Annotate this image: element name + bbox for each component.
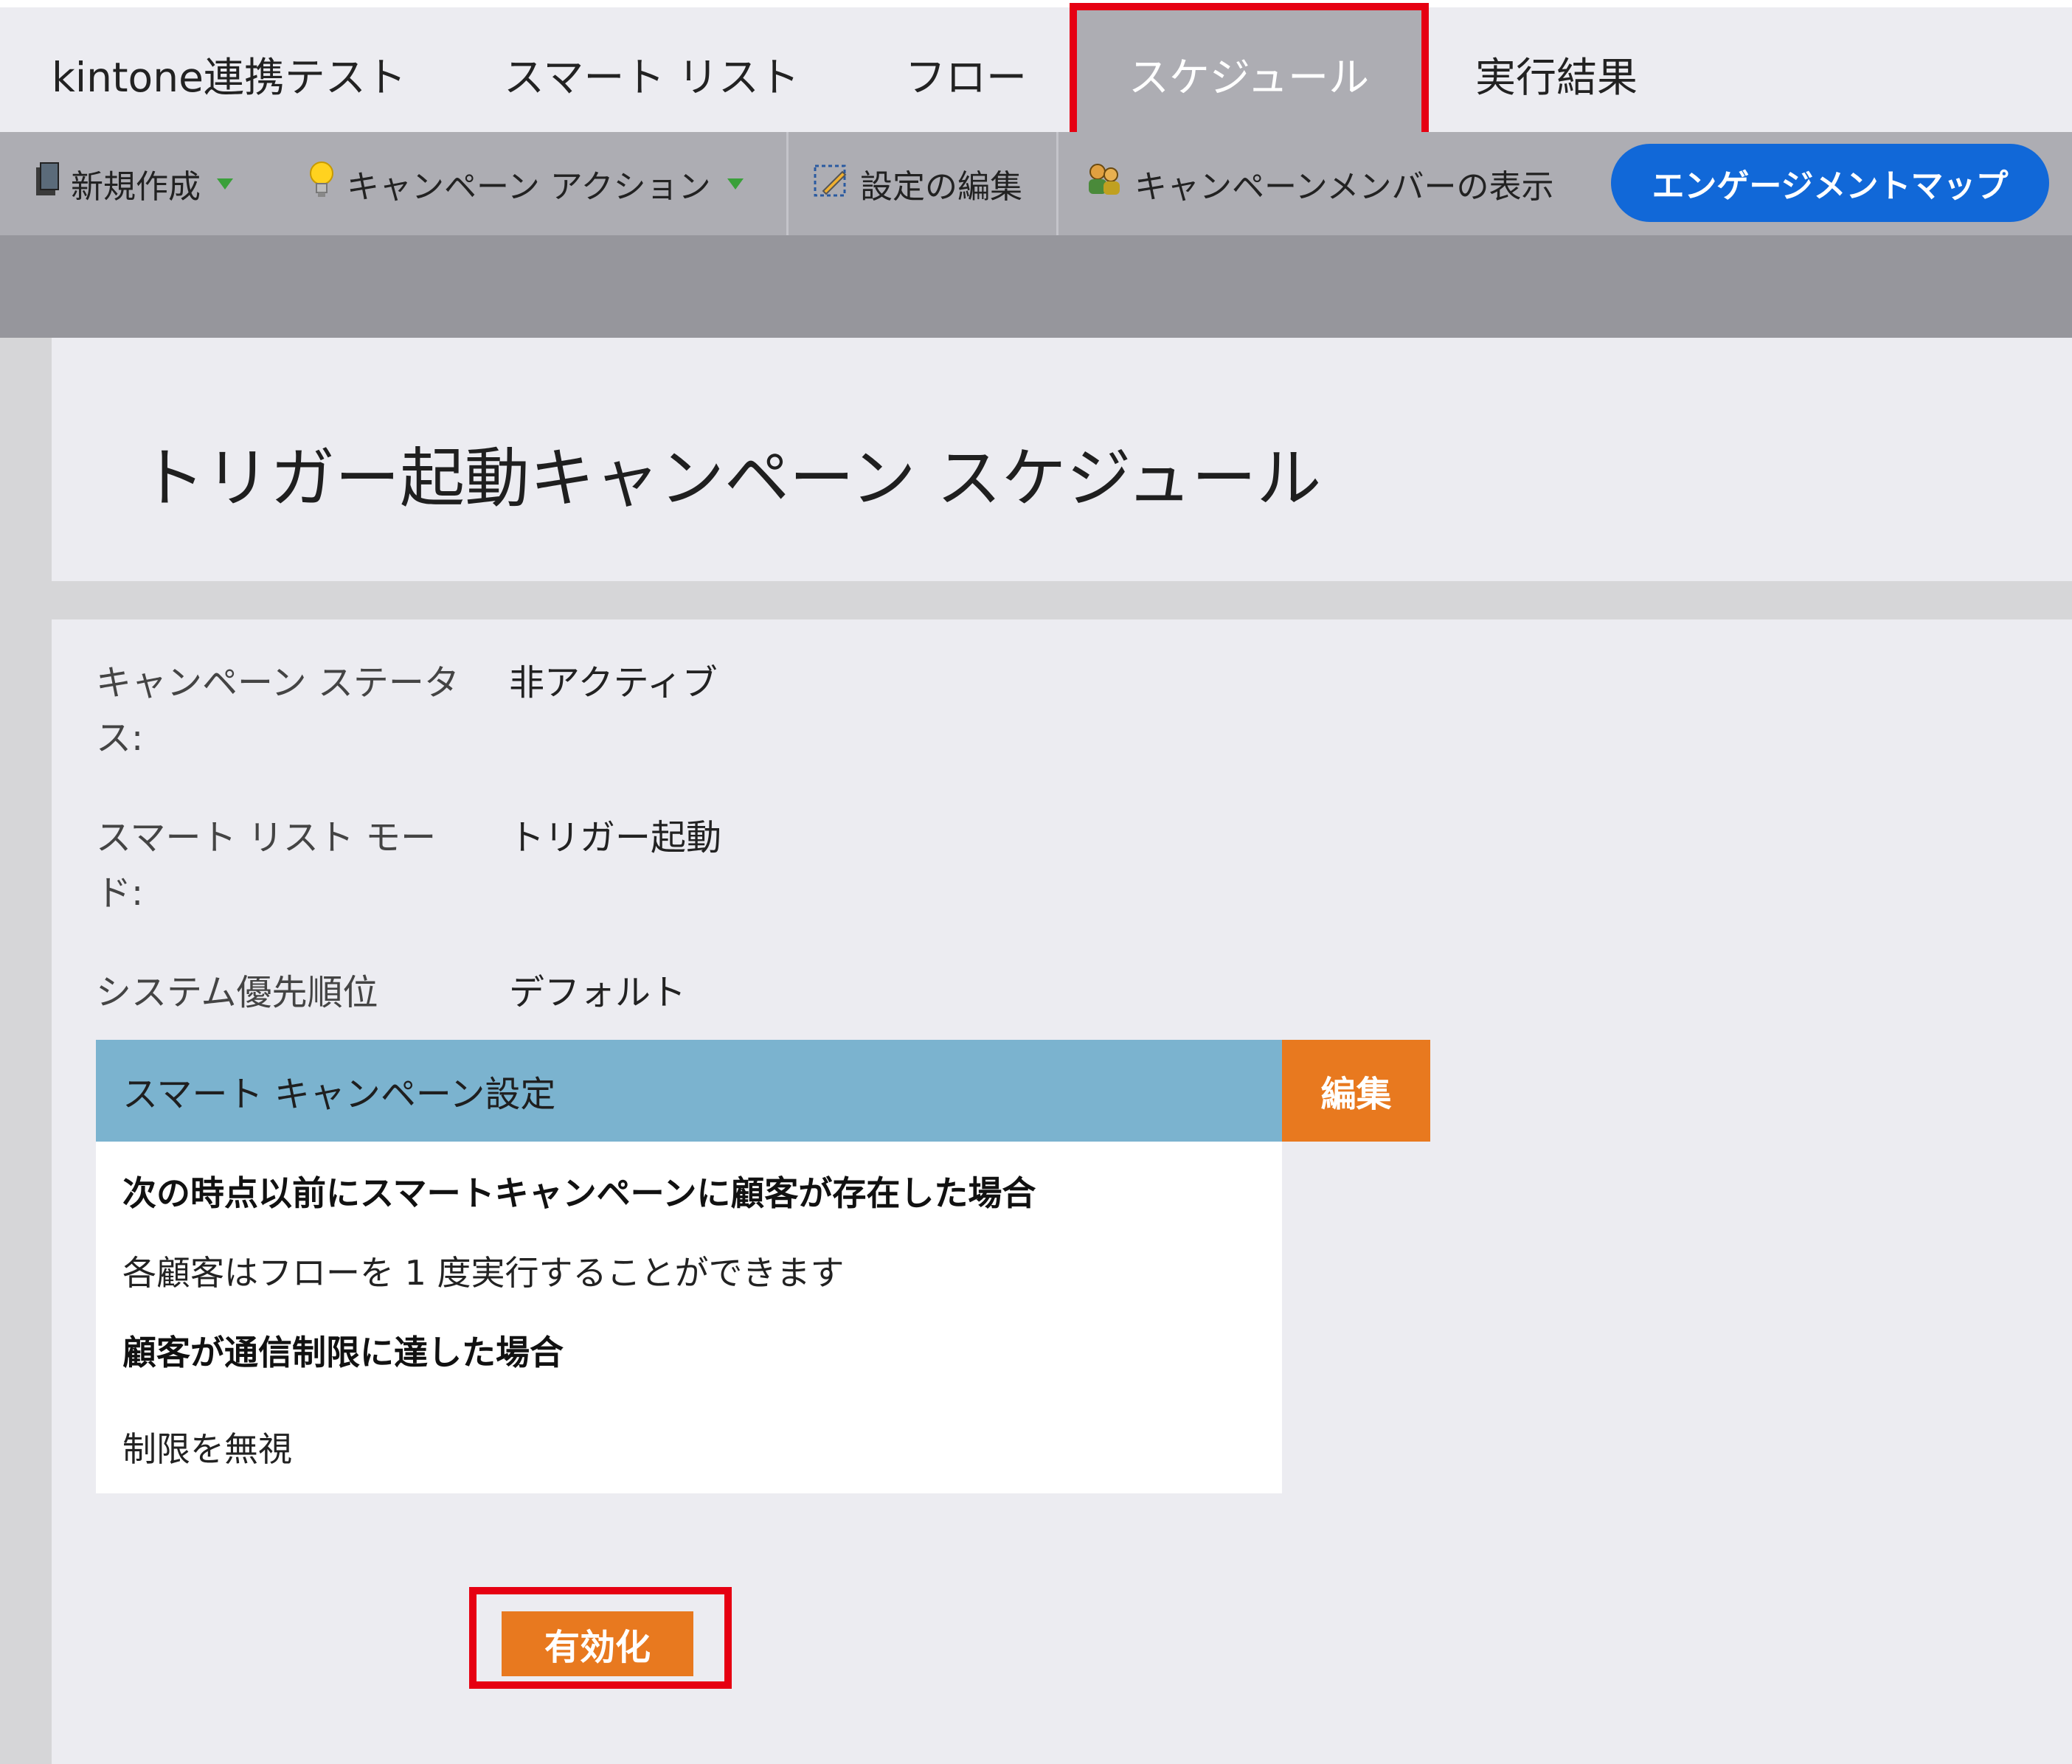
campaign-action-label: キャンペーン アクション [347,168,711,206]
system-priority-label: システム優先順位 [96,972,378,1013]
smart-campaign-edit-button[interactable]: 編集 [1282,1040,1430,1142]
toolbar-divider [786,132,789,235]
engagement-map-button[interactable]: エンゲージメントマップ [1611,144,2049,222]
view-members-label: キャンペーンメンバーの表示 [1134,168,1554,206]
setting-heading-rerun: 次の時点以前にスマートキャンペーンに顧客が存在した場合 [122,1173,1036,1213]
smart-list-mode-value: トリガー起動 [509,817,722,858]
lightbulb-icon [307,160,336,208]
program-tab-bar: kintone連携テスト スマート リスト フロー スケジュール 実行結果 [0,7,2072,132]
campaign-action-menu-button[interactable]: キャンペーン アクション [307,132,744,235]
tab-program-name[interactable]: kintone連携テスト [52,7,406,132]
campaign-status-value: 非アクティブ [509,662,718,704]
smart-list-mode-label: スマート リスト モード: [96,817,437,914]
smart-campaign-settings-body: 次の時点以前にスマートキャンペーンに顧客が存在した場合 各顧客はフローを 1 度… [96,1142,1282,1396]
tab-results[interactable]: 実行結果 [1475,7,1638,132]
setting-heading-limit: 顧客が通信制限に達した場合 [122,1333,564,1372]
new-menu-button[interactable]: 新規作成 [34,132,233,235]
page-title: トリガー起動キャンペーン スケジュール [140,440,1322,516]
schedule-content: キャンペーン ステータス: 非アクティブ スマート リスト モード: トリガー起… [52,619,2072,1764]
system-priority-value: デフォルト [509,972,687,1013]
edit-settings-label: 設定の編集 [860,168,1022,206]
title-panel: トリガー起動キャンペーン スケジュール [52,338,2072,581]
section-divider [52,581,2072,619]
tab-flow[interactable]: フロー [905,7,1027,132]
toolbar-divider [1056,132,1058,235]
smart-campaign-settings-header: スマート キャンペーン設定 [96,1040,1282,1142]
new-document-icon [34,162,60,206]
new-menu-label: 新規作成 [71,168,201,206]
edit-pencil-icon [813,162,850,206]
members-icon [1083,162,1124,206]
toolbar-spacer [0,235,2072,338]
chevron-down-icon [217,178,233,190]
view-members-button[interactable]: キャンペーンメンバーの表示 [1083,132,1553,235]
campaign-status-label: キャンペーン ステータス: [96,662,460,759]
tab-smart-list[interactable]: スマート リスト [504,7,800,132]
chevron-down-icon [727,178,744,190]
left-gutter [0,338,52,1764]
setting-value-rerun: 各顧客はフローを 1 度実行することができます [122,1253,845,1293]
activate-button-highlight [469,1587,732,1689]
schedule-tab-highlight [1070,3,1429,150]
edit-settings-button[interactable]: 設定の編集 [813,132,1022,235]
setting-value-limit-text: 制限を無視 [122,1429,292,1469]
action-toolbar: 新規作成 キャンペーン アクション 設定の編集 キャンペーンメンバーの表示 エン… [0,132,2072,235]
